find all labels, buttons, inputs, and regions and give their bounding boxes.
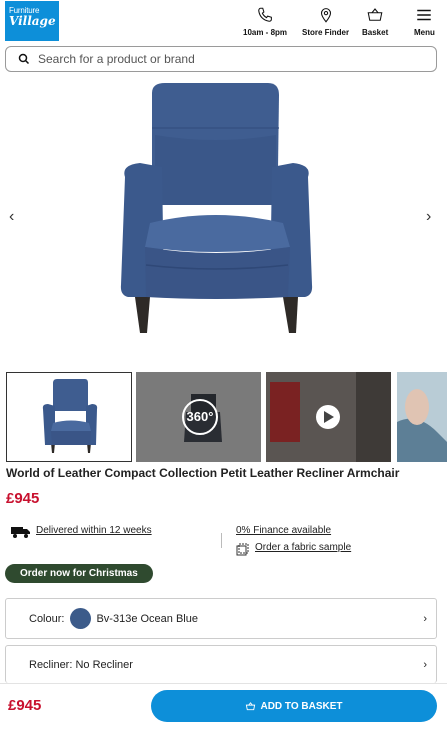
chevron-right-icon: › (423, 612, 427, 625)
basket-label: Basket (362, 28, 389, 37)
gallery-prev-arrow[interactable]: ‹ (9, 208, 14, 226)
delivery-truck-icon (11, 527, 30, 538)
sticky-price: £945 (8, 697, 42, 714)
phone-hours-link[interactable]: 10am - 8pm (243, 6, 287, 37)
thumbnail-main[interactable] (6, 372, 132, 462)
furniture-village-logo[interactable]: Furniture Village (5, 1, 59, 41)
basket-link[interactable]: Basket (362, 6, 388, 37)
product-main-image[interactable] (0, 75, 447, 365)
armchair-thumb-image (42, 379, 98, 453)
add-to-basket-label: ADD TO BASKET (260, 700, 343, 712)
add-to-basket-button[interactable]: ADD TO BASKET (151, 690, 437, 722)
christmas-badge: Order now for Christmas (5, 564, 153, 583)
store-finder-label: Store Finder (302, 28, 350, 37)
menu-button[interactable]: Menu (414, 6, 435, 37)
fabric-sample-link[interactable]: Order a fabric sample (255, 542, 351, 553)
thumbnail-lifestyle[interactable] (397, 372, 447, 462)
colour-label: Colour: (29, 612, 65, 625)
fabric-sample-icon (236, 543, 249, 556)
product-title: World of Leather Compact Collection Peti… (6, 466, 400, 480)
search-input[interactable] (38, 52, 418, 66)
hamburger-menu-icon (417, 9, 432, 21)
menu-label: Menu (414, 28, 435, 37)
colour-selector[interactable]: Colour: Bv-313e Ocean Blue › (5, 598, 437, 639)
basket-icon (246, 701, 256, 710)
lifestyle-thumb-image (397, 372, 447, 462)
gallery-next-arrow[interactable]: › (426, 208, 431, 226)
recliner-selector[interactable]: Recliner: No Recliner › (5, 645, 437, 683)
product-price: £945 (6, 490, 40, 507)
info-divider (221, 533, 222, 548)
chevron-right-icon: › (423, 658, 427, 671)
sticky-add-to-basket-bar: £945 ADD TO BASKET (0, 683, 447, 730)
search-icon (18, 53, 30, 65)
store-finder-link[interactable]: Store Finder (302, 6, 349, 37)
location-pin-icon (320, 8, 331, 23)
thumbnail-360-view[interactable]: 360° (136, 372, 261, 462)
logo-text-line2: Village (9, 14, 56, 28)
basket-icon (367, 8, 383, 21)
video-play-icon (266, 372, 391, 462)
phone-icon (258, 7, 272, 22)
site-header: Furniture Village 10am - 8pm Store Finde… (0, 0, 447, 43)
search-bar[interactable] (5, 46, 437, 72)
colour-value: Bv-313e Ocean Blue (96, 612, 198, 625)
colour-swatch (70, 608, 92, 629)
armchair-image (120, 83, 313, 333)
360-view-icon: 360° (136, 372, 261, 462)
thumbnail-strip: 360° (6, 372, 447, 462)
360-label: 360° (187, 409, 214, 424)
finance-link[interactable]: 0% Finance available (236, 525, 331, 536)
phone-hours-label: 10am - 8pm (243, 28, 288, 37)
delivery-info-link[interactable]: Delivered within 12 weeks (36, 525, 152, 536)
thumbnail-video[interactable] (266, 372, 391, 462)
recliner-label: Recliner: No Recliner (29, 658, 133, 671)
